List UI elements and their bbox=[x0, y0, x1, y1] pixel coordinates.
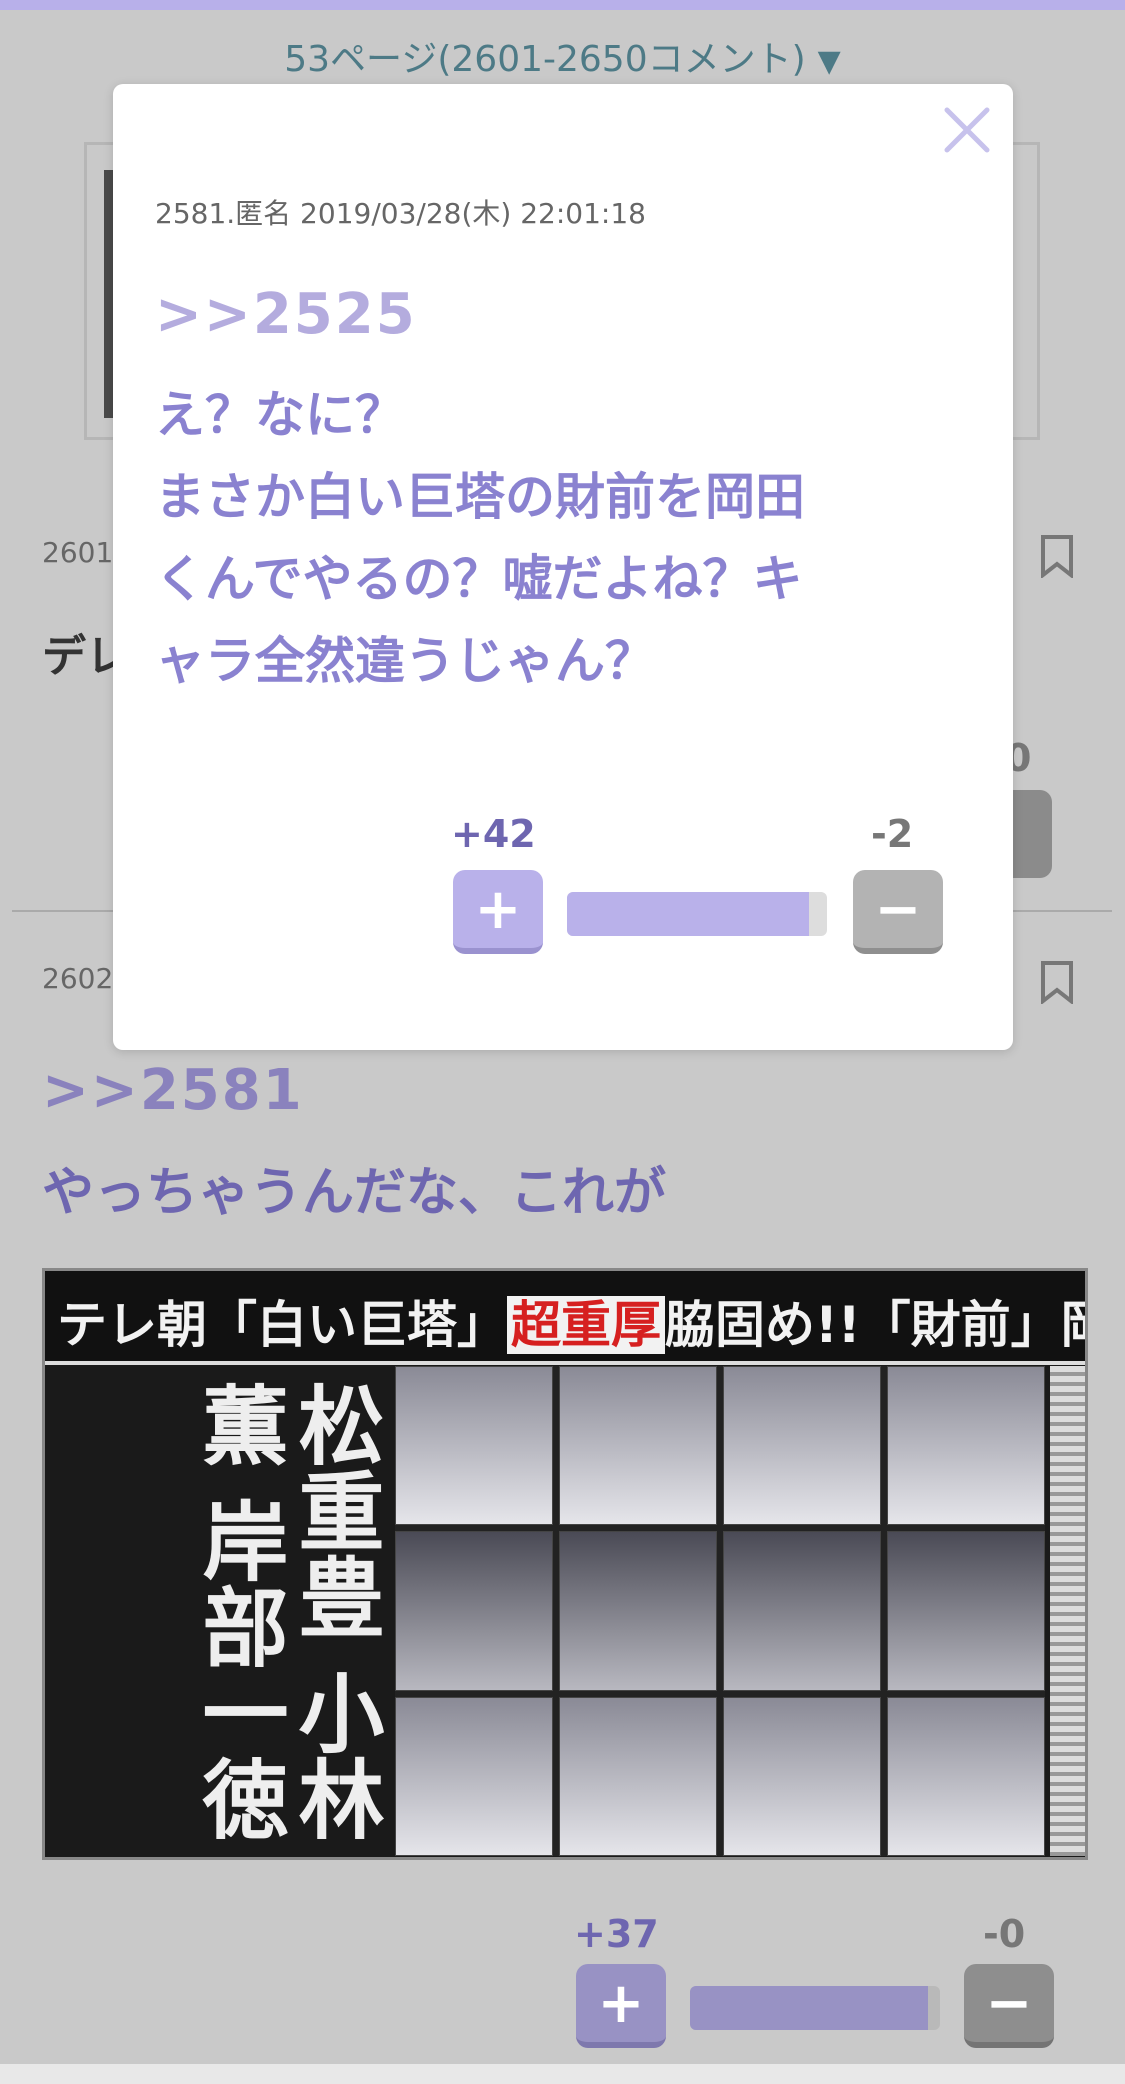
comment-body-2602: やっちゃうんだな、これが bbox=[42, 1163, 667, 1223]
quoted-comment-popup: 2581.匿名 2019/03/28(木) 22:01:18 >>2525 え？… bbox=[113, 84, 1013, 1050]
minus-vote-button[interactable]: − bbox=[853, 870, 943, 954]
cast-photo bbox=[723, 1531, 881, 1691]
cast-photo bbox=[887, 1531, 1045, 1691]
cast-photo bbox=[887, 1696, 1045, 1856]
popup-body-line: ャラ全然違うじゃん？ bbox=[155, 632, 655, 690]
plus-vote-count: +37 bbox=[574, 1912, 659, 1956]
plus-vote-button[interactable]: + bbox=[576, 1964, 666, 2048]
popup-body-line: まさか白い巨塔の財前を岡田 bbox=[155, 468, 805, 526]
newspaper-image[interactable]: テレ朝「白い巨塔」超重厚脇固め!!「財前」岡田「とてもうれしい」 松重豊 小林薫… bbox=[42, 1268, 1088, 1860]
quote-link-2525[interactable]: >>2525 bbox=[155, 282, 417, 347]
popup-comment-meta: 2581.匿名 2019/03/28(木) 22:01:18 bbox=[155, 197, 646, 230]
chevron-down-icon: ▼ bbox=[817, 44, 841, 79]
cast-photo bbox=[723, 1366, 881, 1526]
cast-photo bbox=[723, 1696, 881, 1856]
bookmark-icon[interactable] bbox=[1040, 534, 1074, 580]
popup-comment-body: え？なに？ まさか白い巨塔の財前を岡田 くんでやるの？嘘だよね？キ ャラ全然違う… bbox=[155, 374, 975, 702]
newspaper-cast-names: 松重豊 小林薫 岸部一徳 bbox=[187, 1381, 383, 1841]
cast-photo bbox=[887, 1366, 1045, 1526]
cast-photo bbox=[395, 1366, 553, 1526]
comment-meta-2601: 2601 bbox=[42, 536, 114, 569]
minus-vote-button[interactable]: − bbox=[964, 1964, 1054, 2048]
popup-body-line: くんでやるの？嘘だよね？キ bbox=[155, 550, 803, 608]
top-accent-bar bbox=[0, 0, 1125, 10]
comment-meta-2602: 2602 bbox=[42, 962, 114, 995]
vote-ratio-bar bbox=[690, 1986, 940, 2030]
newspaper-headline: テレ朝「白い巨塔」超重厚脇固め!!「財前」岡田「とてもうれしい」 bbox=[57, 1296, 1088, 1354]
page-selector[interactable]: 53ページ(2601-2650コメント) ▼ bbox=[0, 30, 1125, 82]
close-icon[interactable] bbox=[939, 102, 995, 158]
newspaper-photo-grid bbox=[395, 1366, 1045, 1856]
cast-photo bbox=[559, 1531, 717, 1691]
quote-link-2581[interactable]: >>2581 bbox=[42, 1058, 304, 1123]
newspaper-banner: テレ朝「白い巨塔」超重厚脇固め!!「財前」岡田「とてもうれしい」 bbox=[45, 1271, 1085, 1365]
minus-vote-count: -2 bbox=[871, 812, 914, 856]
popup-body-line: え？なに？ bbox=[155, 386, 405, 444]
vote-ratio-fill bbox=[690, 1986, 928, 2030]
vote-ratio-fill bbox=[567, 892, 809, 936]
plus-vote-button[interactable]: + bbox=[453, 870, 543, 954]
page-selector-label: 53ページ(2601-2650コメント) bbox=[284, 39, 806, 80]
cast-photo bbox=[559, 1366, 717, 1526]
newspaper-text-columns bbox=[1050, 1366, 1085, 1856]
plus-vote-count: +42 bbox=[451, 812, 536, 856]
cast-photo bbox=[559, 1696, 717, 1856]
cast-photo bbox=[395, 1696, 553, 1856]
vote-ratio-bar bbox=[567, 892, 827, 936]
bottom-strip bbox=[0, 2064, 1125, 2084]
bookmark-icon[interactable] bbox=[1040, 960, 1074, 1006]
minus-vote-count: -0 bbox=[983, 1912, 1026, 1956]
cast-photo bbox=[395, 1531, 553, 1691]
